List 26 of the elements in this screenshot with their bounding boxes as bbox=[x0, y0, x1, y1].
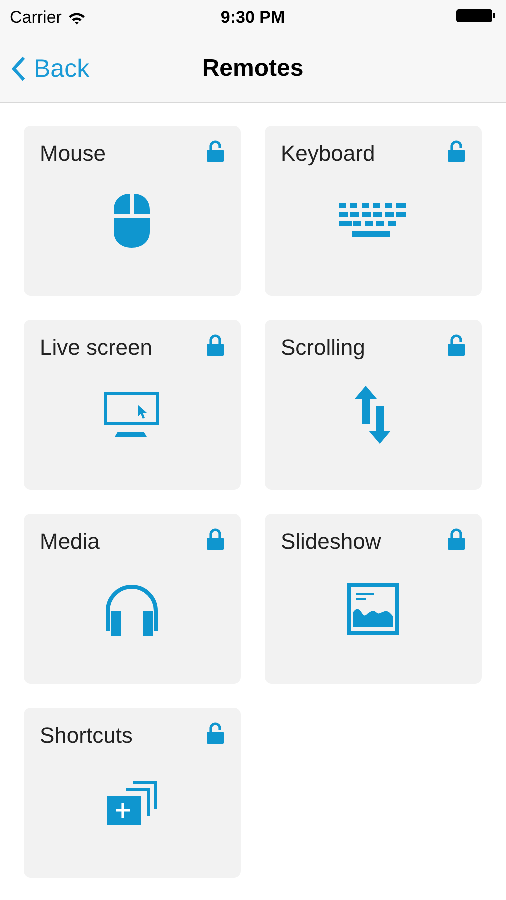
keyboard-icon bbox=[339, 203, 407, 240]
stacked-add-icon bbox=[107, 781, 157, 826]
remote-tile[interactable]: Scrolling bbox=[265, 320, 482, 490]
page-title: Remotes bbox=[202, 55, 304, 83]
chevron-left-icon bbox=[12, 56, 26, 82]
remote-tile[interactable]: Shortcuts bbox=[24, 708, 241, 878]
image-icon bbox=[347, 583, 399, 636]
tile-label: Live screen bbox=[40, 334, 153, 362]
tile-label: Mouse bbox=[40, 140, 106, 168]
remote-tile[interactable]: Keyboard bbox=[265, 126, 482, 296]
tile-label: Media bbox=[40, 528, 100, 556]
tile-label: Scrolling bbox=[281, 334, 366, 362]
remote-tile[interactable]: Live screen bbox=[24, 320, 241, 490]
up-down-arrows-icon bbox=[355, 386, 391, 444]
carrier-name: Carrier bbox=[10, 8, 62, 28]
tile-label: Slideshow bbox=[281, 528, 382, 556]
wifi-icon bbox=[68, 12, 86, 24]
tile-label: Keyboard bbox=[281, 140, 376, 168]
mouse-icon bbox=[114, 194, 150, 248]
remote-tile[interactable]: Mouse bbox=[24, 126, 241, 296]
remote-tile[interactable]: Slideshow bbox=[265, 514, 482, 684]
tile-label: Shortcuts bbox=[40, 722, 133, 750]
status-time: 9:30 PM bbox=[220, 8, 286, 28]
monitor-icon bbox=[104, 392, 160, 438]
remote-tile[interactable]: Media bbox=[24, 514, 241, 684]
battery-icon bbox=[456, 9, 496, 23]
